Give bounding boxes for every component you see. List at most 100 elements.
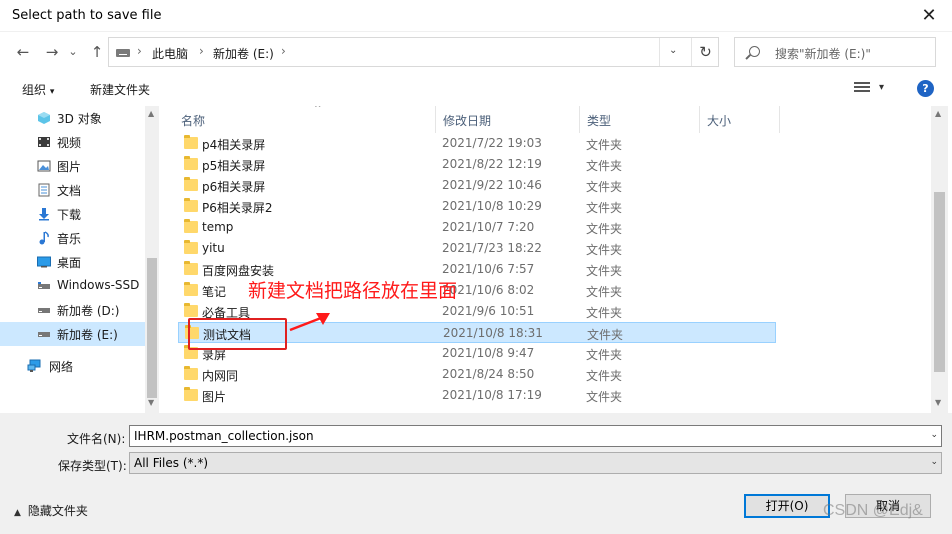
table-row[interactable]: p4相关录屏 2021/7/22 19:03 文件夹 [178,133,776,154]
nav-item-label: 网络 [49,360,74,374]
column-header-date[interactable]: 修改日期 [435,106,579,133]
row-type: 文件夹 [586,348,623,362]
table-row[interactable]: 内网同 2021/8/24 8:50 文件夹 [178,364,776,385]
breadcrumb-separator[interactable]: › [281,44,286,58]
table-row[interactable]: p5相关录屏 2021/8/22 12:19 文件夹 [178,154,776,175]
recent-locations-button[interactable]: ⌄ [62,42,84,62]
navigation-scrollbar[interactable]: ▲ ▼ [145,106,159,413]
command-bar: 组织 ▾ 新建文件夹 ▾ ? [0,72,952,106]
search-input[interactable]: 搜索"新加卷 (E:)" [734,37,936,67]
nav-item-windows-ssd[interactable]: Windows-SSD [0,274,145,298]
row-type: 文件夹 [586,369,623,383]
back-button[interactable]: ← [12,42,34,62]
scrollbar-thumb[interactable] [934,192,945,372]
breadcrumb-separator[interactable]: › [199,44,204,58]
nav-item-videos[interactable]: 视频 [0,130,145,154]
chevron-down-icon[interactable]: ⌄ [930,457,938,467]
column-label: 修改日期 [443,114,492,128]
annotation-text: 新建文档把路径放在里面 [248,280,458,302]
table-row[interactable]: yitu 2021/7/23 18:22 文件夹 [178,238,776,259]
nav-item-label: 新加卷 (D:) [57,304,120,318]
refresh-button[interactable]: ↻ [691,38,719,66]
table-row[interactable]: p6相关录屏 2021/9/22 10:46 文件夹 [178,175,776,196]
3d-objects-icon [38,112,50,124]
filename-input[interactable]: IHRM.postman_collection.json ⌄ [129,425,942,447]
scroll-up-icon[interactable]: ▲ [148,109,154,118]
scroll-down-icon[interactable]: ▼ [148,398,154,407]
view-options-icon[interactable] [854,82,870,94]
table-row[interactable]: 图片 2021/10/8 17:19 文件夹 [178,385,776,406]
row-name: p4相关录屏 [202,138,266,152]
file-list[interactable]: 名称 ^ 修改日期 类型 大小 p4相关录屏 2021/7/22 19:03 文件夹… [160,106,931,413]
filetype-select[interactable]: All Files (*.*) ⌄ [129,452,942,474]
save-options-panel: 文件名(N): IHRM.postman_collection.json ⌄ 保… [0,413,952,534]
file-list-scrollbar[interactable]: ▲ ▼ [931,106,948,413]
nav-item-documents[interactable]: 文档 [0,178,145,202]
nav-item-music[interactable]: 音乐 [0,226,145,250]
row-date: 2021/10/8 18:31 [443,326,543,340]
folder-icon [184,366,198,380]
hide-folders-label: 隐藏文件夹 [27,504,88,518]
chevron-down-icon: ▾ [49,87,55,97]
row-type: 文件夹 [586,243,623,257]
scroll-down-icon[interactable]: ▼ [935,398,941,407]
column-header-type[interactable]: 类型 [579,106,699,133]
breadcrumb-drive-e[interactable]: 新加卷 (E:) [213,45,274,62]
new-folder-button[interactable]: 新建文件夹 [90,81,150,98]
folder-icon [184,198,198,212]
hide-folders-toggle[interactable]: ▲ 隐藏文件夹 [14,502,88,519]
view-dropdown-icon[interactable]: ▾ [879,82,884,93]
row-type: 文件夹 [586,390,623,404]
navigation-pane[interactable]: 3D 对象 视频 图片 文档 下载 音乐 桌面 Windows-SSD 新加卷 … [0,106,145,413]
videos-icon [38,137,50,147]
nav-item-3d-objects[interactable]: 3D 对象 [0,106,145,130]
row-name: 图片 [202,390,227,404]
nav-item-desktop[interactable]: 桌面 [0,250,145,274]
row-type: 文件夹 [586,285,623,299]
drive-icon [38,282,50,289]
up-button[interactable]: ↑ [86,42,108,62]
column-header-name[interactable]: 名称 ^ [173,106,435,133]
table-row[interactable]: P6相关录屏2 2021/10/8 10:29 文件夹 [178,196,776,217]
column-header-size[interactable]: 大小 [699,106,779,133]
nav-item-drive-e[interactable]: 新加卷 (E:) [0,322,145,346]
row-type: 文件夹 [586,138,623,152]
organize-button[interactable]: 组织 ▾ [22,81,54,98]
nav-item-label: 3D 对象 [57,112,102,126]
address-divider [659,38,660,66]
row-name: 笔记 [202,285,227,299]
nav-item-pictures[interactable]: 图片 [0,154,145,178]
table-row[interactable]: temp 2021/10/7 7:20 文件夹 [178,217,776,238]
open-button[interactable]: 打开(O) [744,494,830,518]
downloads-icon [39,208,49,221]
organize-label: 组织 [22,83,47,97]
row-date: 2021/10/6 7:57 [442,262,535,276]
nav-item-label: 下载 [57,208,82,222]
window-title: Select path to save file [12,8,162,23]
documents-icon [38,183,50,197]
nav-item-label: Windows-SSD [57,278,140,292]
address-dropdown-icon[interactable]: ⌄ [669,45,677,56]
nav-item-drive-d[interactable]: 新加卷 (D:) [0,298,145,322]
address-box[interactable]: › 此电脑 › 新加卷 (E:) › ⌄ ↻ [108,37,719,67]
close-button[interactable]: ✕ [906,0,952,31]
row-name: temp [202,220,234,234]
breadcrumb-separator[interactable]: › [137,44,142,58]
column-label: 大小 [707,114,732,128]
nav-item-label: 新加卷 (E:) [57,328,118,342]
nav-item-network[interactable]: 网络 [0,354,145,378]
nav-item-downloads[interactable]: 下载 [0,202,145,226]
folder-icon [184,219,198,233]
row-name: P6相关录屏2 [202,201,273,215]
help-icon[interactable]: ? [917,80,934,97]
network-icon [27,359,41,372]
row-date: 2021/10/8 10:29 [442,199,542,213]
scrollbar-thumb[interactable] [147,258,157,398]
breadcrumb-this-pc[interactable]: 此电脑 [152,45,188,62]
pictures-icon [37,160,51,172]
scroll-up-icon[interactable]: ▲ [935,109,941,118]
column-divider[interactable] [779,106,780,133]
chevron-down-icon[interactable]: ⌄ [930,430,938,440]
forward-button[interactable]: → [41,42,63,62]
row-name: yitu [202,241,225,255]
